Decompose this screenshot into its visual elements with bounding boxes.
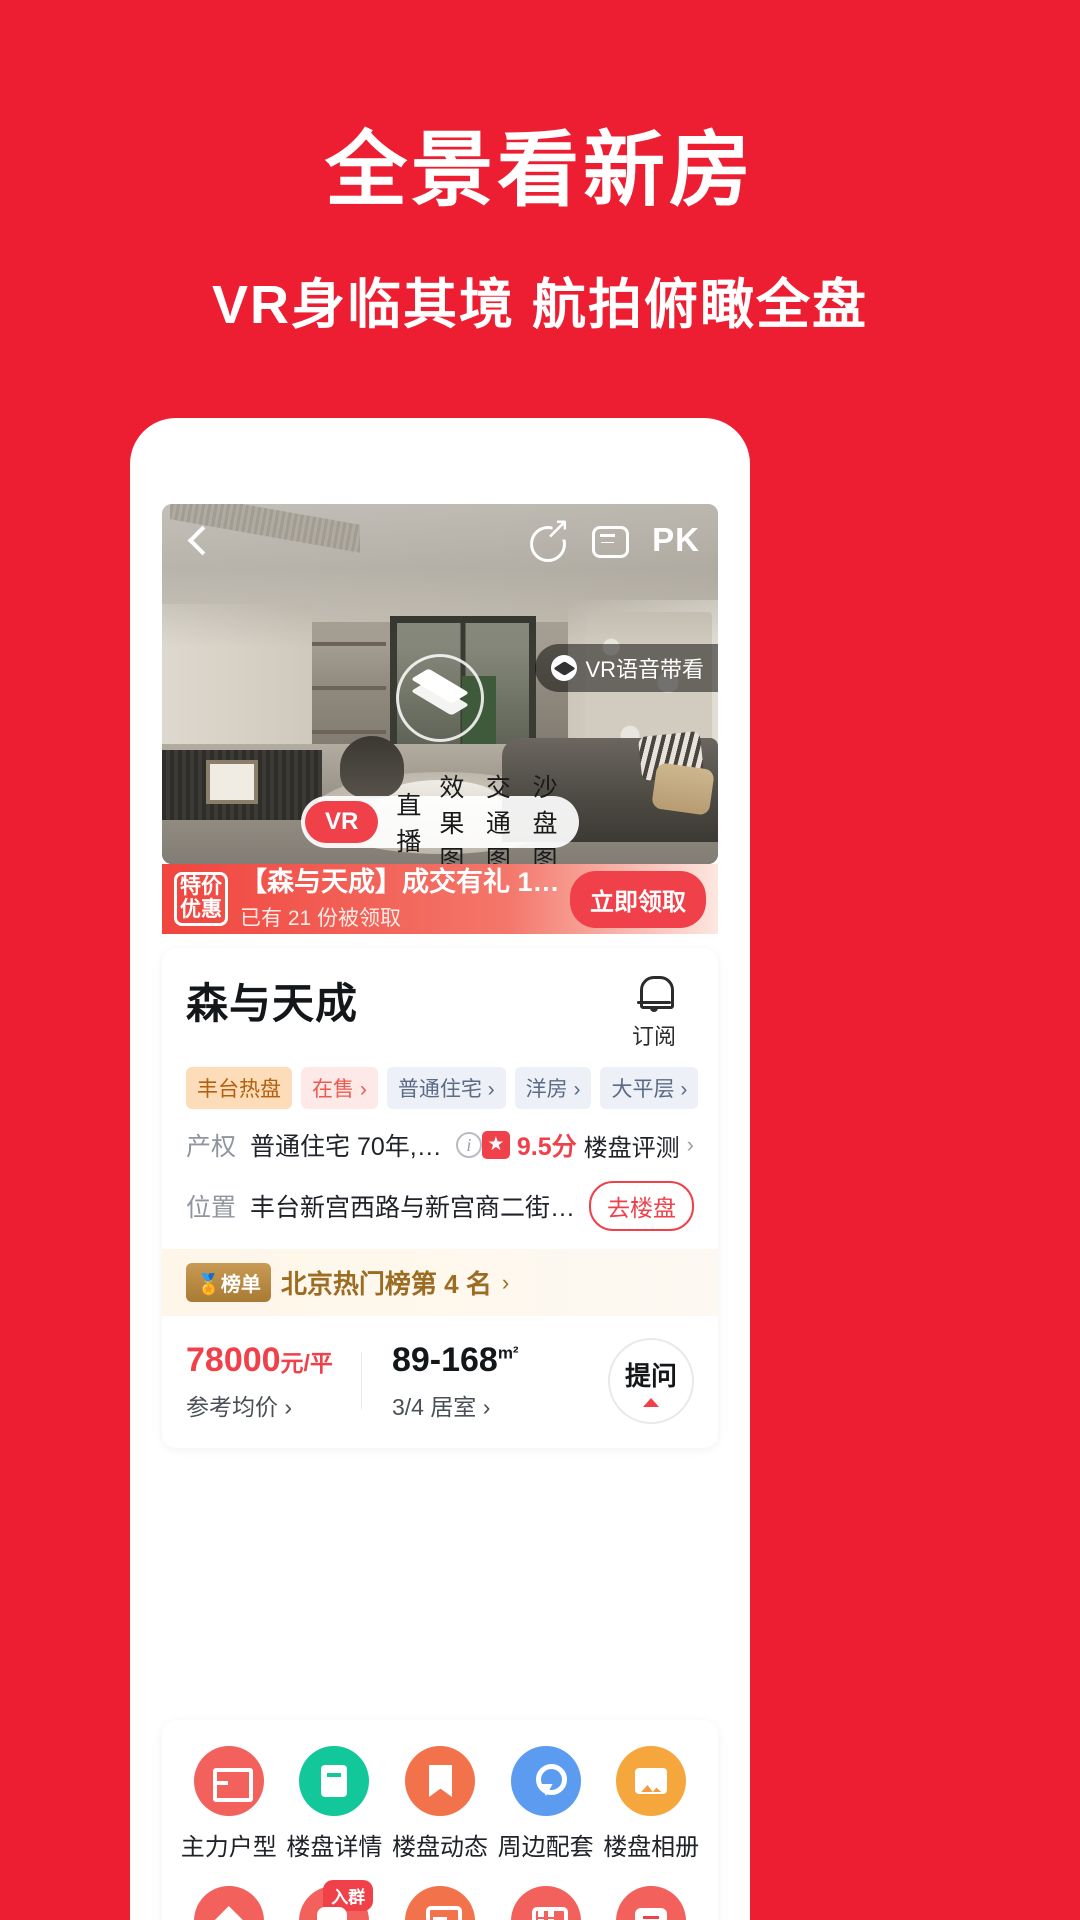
- tab-live[interactable]: 直播: [396, 786, 421, 858]
- price-unit: 元/平: [280, 1349, 333, 1376]
- score-label: 楼盘评测: [583, 1134, 680, 1162]
- ask-label: 提问: [624, 1360, 677, 1391]
- grid-label: 楼盘详情: [286, 1834, 383, 1861]
- chevron-right-icon: ›: [284, 1393, 293, 1420]
- estate-tag-list: 丰台热盘 在售 › 普通住宅 › 洋房 › 大平层 ›: [186, 1067, 699, 1109]
- area-caption: 3/4 居室: [391, 1393, 477, 1420]
- phone-mockup: PK VR语音带看 VR 直播 效果图 交通图 沙盘图 特价 优惠: [130, 418, 750, 1920]
- promo-badge-line1: 特价: [180, 875, 222, 899]
- area-block[interactable]: 89-168m² 3/4 居室 ›: [392, 1341, 519, 1422]
- pk-button[interactable]: PK: [652, 521, 700, 559]
- chevron-right-icon: ›: [686, 1132, 694, 1157]
- tab-sandtable[interactable]: 沙盘图: [532, 768, 561, 864]
- calculator-icon: [510, 1886, 581, 1920]
- estate-name: 森与天成: [186, 980, 359, 1027]
- vr-voice-icon: [551, 655, 578, 681]
- estate-info-card: 森与天成 订阅 丰台热盘 在售 › 普通住宅 › 洋房 › 大平层 › 产权 普…: [162, 948, 718, 1448]
- promo-claim-button[interactable]: 立即领取: [570, 870, 706, 928]
- estate-row-ownership: 产权 普通住宅 70年,洋房 70… i ★ 9.5分 楼盘评测 ›: [186, 1127, 694, 1163]
- bookmark-icon: [404, 1746, 475, 1816]
- page-subtitle: VR身临其境 航拍俯瞰全盘: [211, 275, 869, 336]
- row-label-ownership: 产权: [186, 1133, 237, 1161]
- estate-rank-bar[interactable]: 🏅榜单 北京热门榜第 4 名 ›: [162, 1249, 718, 1316]
- chevron-right-icon: ›: [482, 1393, 491, 1420]
- chevron-right-icon: ›: [501, 1269, 510, 1295]
- tab-render[interactable]: 效果图: [439, 768, 468, 864]
- grid-label: 周边配套: [497, 1834, 594, 1861]
- vr-viewer[interactable]: PK VR语音带看 VR 直播 效果图 交通图 沙盘图: [162, 504, 718, 864]
- grid-label: 主力户型: [180, 1834, 277, 1861]
- document-icon: [299, 1746, 370, 1816]
- room-chair: [340, 736, 404, 798]
- promo-title: 【森与天成】成交有礼 100 元星…: [240, 866, 562, 897]
- grid-item-estate-detail[interactable]: 楼盘详情: [282, 1746, 388, 1862]
- divider: [360, 1352, 362, 1410]
- goto-estate-button[interactable]: 去楼盘: [589, 1181, 694, 1231]
- estate-row-location: 位置 丰台新宫西路与新宫商二街交汇处，… 去楼盘: [186, 1181, 694, 1231]
- chat-icon[interactable]: [590, 520, 630, 560]
- tag-hot-area[interactable]: 丰台热盘: [186, 1067, 292, 1109]
- grid-item-estate-news[interactable]: 楼盘动态: [387, 1746, 493, 1862]
- grid-item-album[interactable]: 楼盘相册: [598, 1746, 704, 1862]
- price-block[interactable]: 78000元/平 参考均价 ›: [186, 1341, 333, 1422]
- tab-vr[interactable]: VR: [305, 801, 379, 843]
- estate-price-row: 78000元/平 参考均价 › 89-168m² 3/4 居室 › 提问: [186, 1316, 694, 1448]
- feature-grid: 主力户型 楼盘详情 楼盘动态 周边配套 楼盘相册 入群: [176, 1746, 704, 1920]
- tag-lowrise[interactable]: 洋房 ›: [514, 1067, 592, 1109]
- area-value: 89-168: [391, 1340, 498, 1379]
- promo-badge: 特价 优惠: [174, 872, 228, 926]
- room-pillow: [651, 762, 715, 816]
- tag-residential[interactable]: 普通住宅 ›: [386, 1067, 506, 1109]
- grid-item-reviews[interactable]: 楼盘点评: [598, 1886, 704, 1920]
- layout-icon: [193, 1746, 264, 1816]
- house-price-icon: [193, 1886, 264, 1920]
- hero-section: 全景看新房 VR身临其境 航拍俯瞰全盘: [0, 0, 1080, 339]
- tab-traffic[interactable]: 交通图: [486, 768, 515, 864]
- subscribe-button[interactable]: 订阅: [614, 970, 694, 1051]
- comment-icon: [616, 1886, 687, 1920]
- share-icon[interactable]: [528, 514, 570, 560]
- back-icon[interactable]: [180, 523, 214, 557]
- room-picture-frame: [206, 760, 258, 804]
- row-value-location: 丰台新宫西路与新宫商二街交汇处，…: [250, 1194, 589, 1222]
- vr-layers-icon[interactable]: [396, 654, 484, 742]
- price-value: 78000: [186, 1340, 281, 1379]
- tag-large-flat[interactable]: 大平层 ›: [600, 1067, 699, 1109]
- caret-up-icon: [643, 1397, 659, 1407]
- vr-voice-label: VR语音带看: [585, 657, 704, 682]
- row-label-location: 位置: [186, 1194, 237, 1222]
- grid-item-surroundings[interactable]: 周边配套: [493, 1746, 599, 1862]
- vr-media-tabs[interactable]: VR 直播 效果图 交通图 沙盘图: [301, 774, 579, 864]
- info-icon[interactable]: i: [455, 1132, 482, 1158]
- grid-item-unit-price[interactable]: 一房一价: [176, 1886, 282, 1920]
- ask-question-button[interactable]: 提问: [608, 1338, 694, 1424]
- estate-score[interactable]: ★ 9.5分 楼盘评测 ›: [481, 1127, 694, 1163]
- row-value-ownership: 普通住宅 70年,洋房 70…: [250, 1133, 446, 1161]
- vr-top-bar: PK: [162, 504, 718, 576]
- photo-icon: [616, 1746, 687, 1816]
- grid-label: 楼盘动态: [391, 1834, 488, 1861]
- promo-subtitle: 已有 21 份被领取: [240, 907, 402, 931]
- area-unit: m²: [497, 1343, 519, 1363]
- vr-voice-tour-pill[interactable]: VR语音带看: [535, 644, 718, 692]
- grid-item-buyer-group[interactable]: 入群 购房群: [282, 1880, 388, 1920]
- bell-icon: [634, 972, 674, 1016]
- grid-item-main-layout[interactable]: 主力户型: [176, 1746, 282, 1862]
- star-icon: ★: [481, 1131, 510, 1159]
- feature-grid-card: 主力户型 楼盘详情 楼盘动态 周边配套 楼盘相册 入群: [162, 1720, 718, 1920]
- price-caption: 参考均价: [186, 1393, 278, 1420]
- rank-badge: 🏅榜单: [186, 1263, 271, 1302]
- page-title: 全景看新房: [324, 125, 755, 216]
- promo-banner[interactable]: 特价 优惠 【森与天成】成交有礼 100 元星… 已有 21 份被领取 立即领取: [162, 864, 718, 934]
- grid-label: 楼盘相册: [603, 1834, 700, 1861]
- promo-badge-line2: 优惠: [180, 898, 222, 921]
- map-pin-icon: [510, 1746, 581, 1816]
- subscribe-label: 订阅: [631, 1024, 676, 1049]
- report-icon: [404, 1886, 475, 1920]
- score-value: 9.5分: [516, 1133, 577, 1161]
- grid-item-value-report[interactable]: 价值报告: [387, 1886, 493, 1920]
- rank-text: 北京热门榜第 4 名: [280, 1269, 492, 1299]
- grid-item-mortgage-calculator[interactable]: 房贷计算器: [493, 1886, 599, 1920]
- tag-on-sale[interactable]: 在售 ›: [301, 1067, 378, 1109]
